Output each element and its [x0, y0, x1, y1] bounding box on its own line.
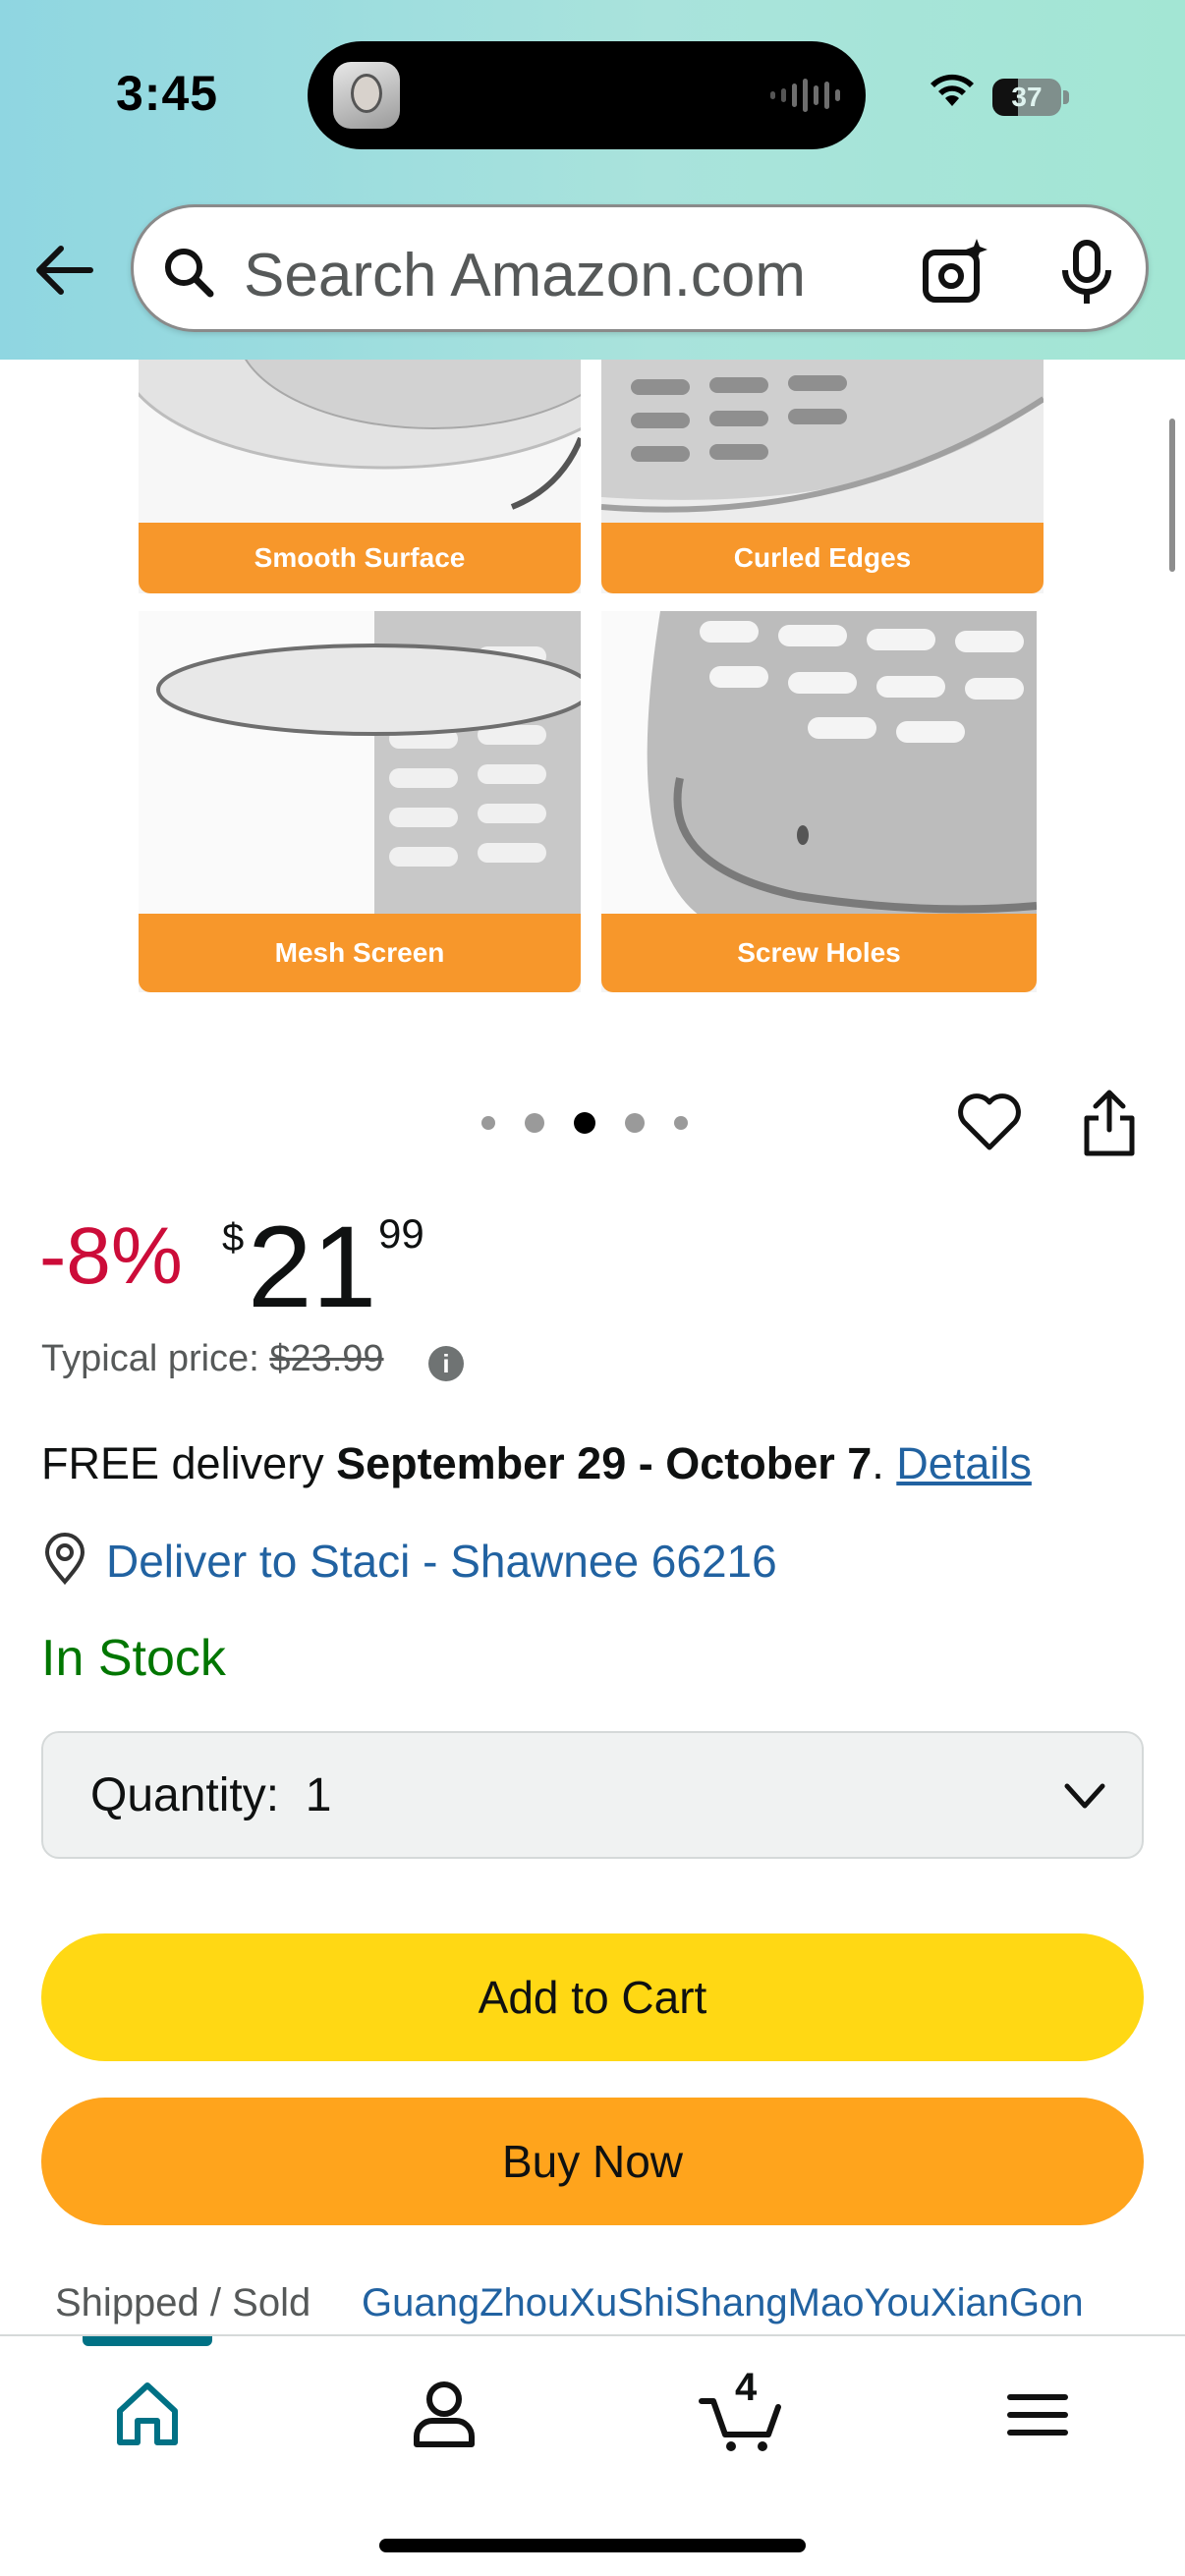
- product-image: [139, 360, 581, 527]
- heart-icon[interactable]: [956, 1091, 1023, 1153]
- location-pin-icon: [44, 1533, 85, 1586]
- pagination-dot[interactable]: [481, 1116, 495, 1130]
- account-icon[interactable]: [405, 2376, 483, 2454]
- search-input[interactable]: Search Amazon.com: [244, 241, 806, 310]
- add-to-cart-button[interactable]: Add to Cart: [41, 1933, 1144, 2061]
- typical-price-label: Typical price:: [41, 1338, 270, 1379]
- app-header: 3:45 37 Search Amazon.com: [0, 0, 1185, 360]
- discount-percent: -8%: [39, 1211, 183, 1301]
- stock-status: In Stock: [41, 1630, 226, 1687]
- seller-info: Shipped / Sold GuangZhouXuShiShangMaoYou…: [55, 2281, 1084, 2325]
- tile-label: Smooth Surface: [139, 523, 581, 593]
- share-icon[interactable]: [1081, 1089, 1138, 1157]
- pagination-dot[interactable]: [525, 1113, 544, 1133]
- pagination-dot[interactable]: [625, 1113, 645, 1133]
- home-indicator[interactable]: [379, 2539, 806, 2552]
- seller-name-link[interactable]: GuangZhouXuShiShangMaoYouXianGon: [362, 2281, 1084, 2325]
- price-fraction: 99: [378, 1210, 424, 1257]
- typical-price: Typical price: $23.99: [41, 1338, 384, 1380]
- gallery-tile-smooth-surface: Smooth Surface: [139, 360, 581, 593]
- gallery-tile-mesh-screen: Mesh Screen: [139, 611, 581, 992]
- product-image: [139, 611, 581, 916]
- delivery-info: FREE delivery September 29 - October 7. …: [41, 1438, 1032, 1489]
- seller-label: Shipped / Sold: [55, 2281, 311, 2324]
- tile-label: Curled Edges: [601, 523, 1044, 593]
- typical-price-value: $23.99: [269, 1338, 384, 1379]
- gallery-tile-screw-holes: Screw Holes: [601, 611, 1037, 992]
- menu-icon[interactable]: [998, 2376, 1077, 2454]
- pagination-dot[interactable]: [674, 1116, 688, 1130]
- tile-label: Mesh Screen: [139, 914, 581, 992]
- info-icon[interactable]: i: [428, 1346, 464, 1381]
- product-image-gallery[interactable]: Smooth Surface Curled Edges Mesh Screen …: [0, 360, 1185, 1028]
- quantity-label: Quantity: 1: [90, 1769, 332, 1821]
- details-link[interactable]: Details: [896, 1438, 1032, 1488]
- product-image: [601, 360, 1044, 527]
- status-time: 3:45: [116, 66, 219, 121]
- back-arrow-icon[interactable]: [31, 238, 96, 303]
- delivery-suffix: .: [872, 1438, 897, 1488]
- camera-scan-icon[interactable]: [920, 237, 990, 308]
- product-image: [601, 611, 1037, 916]
- home-icon[interactable]: [108, 2376, 187, 2454]
- gallery-tile-curled-edges: Curled Edges: [601, 360, 1044, 593]
- audio-wave-icon: [770, 79, 840, 112]
- deliver-to-link[interactable]: Deliver to Staci - Shawnee 66216: [106, 1535, 777, 1588]
- now-playing-avatar: [333, 62, 400, 129]
- battery-level: 37: [1011, 82, 1043, 112]
- delivery-prefix: FREE delivery: [41, 1438, 337, 1488]
- wifi-icon: [931, 74, 974, 106]
- price-whole: 21: [248, 1203, 377, 1332]
- microphone-icon[interactable]: [1052, 239, 1121, 308]
- battery-icon: 37: [992, 79, 1069, 116]
- delivery-dates: September 29 - October 7: [336, 1438, 873, 1488]
- active-tab-indicator: [83, 2336, 212, 2346]
- buy-now-button[interactable]: Buy Now: [41, 2098, 1144, 2225]
- pagination-dot[interactable]: [574, 1112, 595, 1134]
- quantity-select[interactable]: Quantity: 1: [41, 1731, 1144, 1859]
- cart-count-badge: 4: [735, 2366, 758, 2409]
- search-bar[interactable]: Search Amazon.com: [131, 204, 1149, 332]
- scrollbar[interactable]: [1169, 419, 1175, 572]
- chevron-down-icon: [1064, 1783, 1105, 1809]
- search-icon: [165, 249, 214, 298]
- tile-label: Screw Holes: [601, 914, 1037, 992]
- price-currency: $: [222, 1216, 245, 1260]
- image-pagination-dots[interactable]: [481, 1112, 688, 1134]
- dynamic-island[interactable]: [308, 41, 866, 149]
